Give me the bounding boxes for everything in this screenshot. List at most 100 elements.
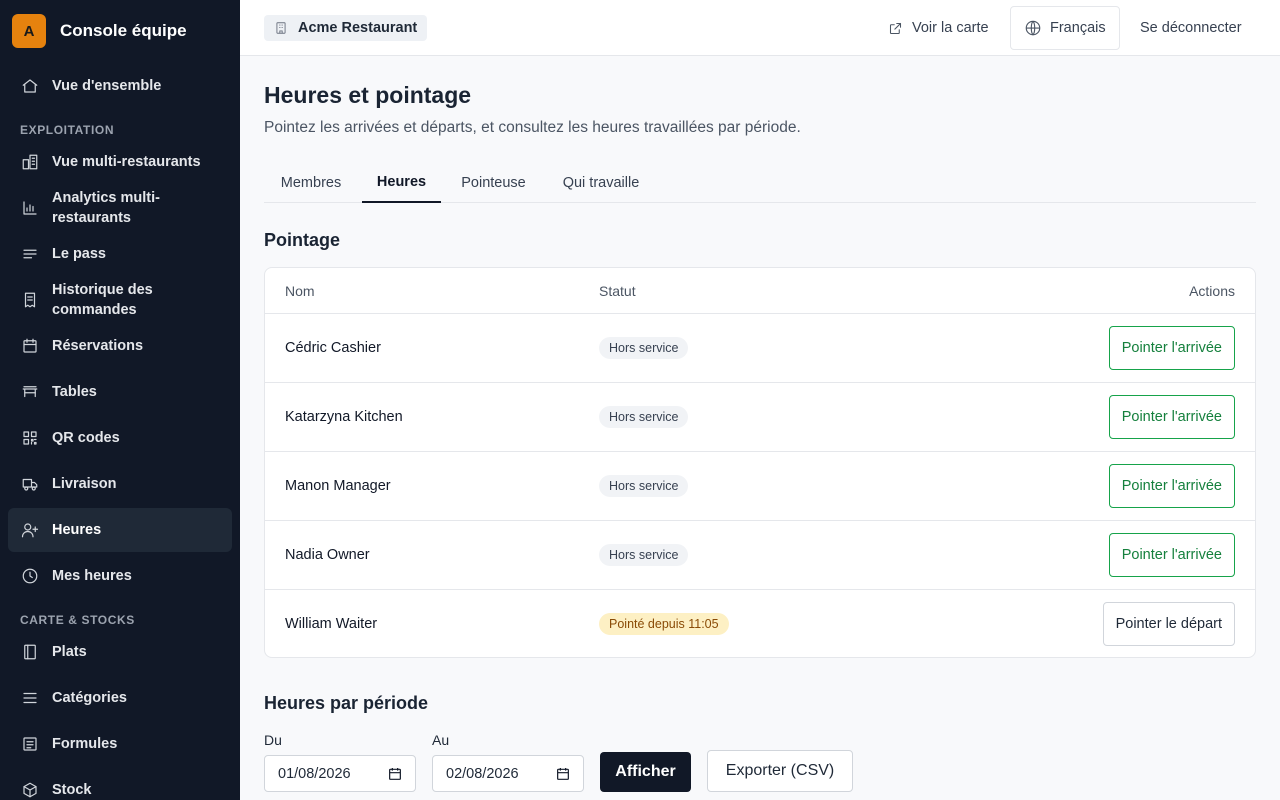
sidebar-item-formules[interactable]: Formules — [8, 732, 232, 756]
status-badge: Pointé depuis 11:05 — [599, 613, 729, 635]
column-header-statut: Statut — [599, 282, 636, 299]
status-badge: Hors service — [599, 475, 689, 497]
sidebar-item-label: Mes heures — [52, 568, 132, 584]
employee-name: William Waiter — [285, 616, 378, 632]
bar-chart-icon — [20, 198, 40, 218]
tab-membres[interactable]: Membres — [264, 162, 358, 203]
buildings-icon — [20, 152, 40, 172]
sidebar-item-mes-heures[interactable]: Mes heures — [8, 564, 232, 588]
qr-code-icon — [20, 428, 40, 448]
sidebar-item-label: Le pass — [52, 246, 106, 262]
period-title: Heures par période — [264, 693, 429, 713]
employee-name: Nadia Owner — [285, 547, 370, 563]
clock-icon — [20, 566, 40, 586]
clock-in-button[interactable]: Pointer l'arrivée — [1108, 395, 1235, 439]
clock-out-button[interactable]: Pointer le départ — [1102, 602, 1235, 646]
view-menu-link[interactable]: Voir la carte — [888, 0, 989, 56]
menu-lines-icon — [20, 688, 40, 708]
sidebar-item-vue-multi-restaurants[interactable]: Vue multi-restaurants — [8, 150, 232, 174]
from-date-value: 01/08/2026 — [278, 765, 351, 782]
sidebar-item-livraison[interactable]: Livraison — [8, 472, 232, 496]
building-icon — [276, 22, 286, 34]
table-row: Cédric Cashier Hors service Pointer l'ar… — [265, 313, 1255, 382]
sidebar-item-label: Plats — [52, 644, 87, 660]
sidebar-item-label: Réservations — [52, 338, 144, 354]
sidebar-item-qr-codes[interactable]: QR codes — [8, 426, 232, 450]
clock-in-button[interactable]: Pointer l'arrivée — [1108, 464, 1235, 508]
logout-label: Se déconnecter — [1140, 20, 1242, 36]
sidebar-item-historique-des-commandes[interactable]: Historique des commandes — [8, 280, 232, 320]
page-subtitle: Pointez les arrivées et départs, et cons… — [264, 119, 801, 136]
sidebar-item-tables[interactable]: Tables — [8, 380, 232, 404]
topbar: Acme Restaurant Voir la carte Français S… — [240, 0, 1280, 56]
sidebar-item-heures[interactable]: Heures — [8, 508, 232, 552]
sidebar-item-label: Heures — [52, 522, 102, 538]
globe-icon — [1025, 20, 1041, 36]
brand[interactable]: A Console équipe — [12, 14, 187, 48]
receipt-icon — [20, 290, 40, 310]
status-badge: Hors service — [599, 544, 689, 566]
sidebar-item-reservations[interactable]: Réservations — [8, 334, 232, 358]
lines-icon — [20, 244, 40, 264]
sidebar-section-carte-stocks: CARTE & STOCKS — [20, 613, 135, 627]
table-icon — [20, 382, 40, 402]
user-plus-icon — [20, 520, 40, 540]
table-row: William Waiter Pointé depuis 11:05 Point… — [265, 589, 1255, 657]
clock-in-button[interactable]: Pointer l'arrivée — [1108, 533, 1235, 577]
sidebar-item-label: Formules — [52, 736, 118, 752]
employee-name: Katarzyna Kitchen — [285, 409, 403, 425]
employee-name: Manon Manager — [285, 478, 391, 494]
view-menu-label: Voir la carte — [912, 20, 989, 36]
to-date-value: 02/08/2026 — [446, 765, 519, 782]
sidebar-item-label: Stock — [52, 782, 92, 798]
box-icon — [20, 780, 40, 800]
book-icon — [20, 642, 40, 662]
list-box-icon — [20, 734, 40, 754]
brand-logo: A — [12, 14, 46, 48]
sidebar-item-label: Livraison — [52, 476, 117, 492]
truck-icon — [20, 474, 40, 494]
employee-name: Cédric Cashier — [285, 340, 381, 356]
sidebar-item-label: Vue multi-restaurants — [52, 154, 201, 170]
sidebar-item-label: QR codes — [52, 430, 120, 446]
tab-pointeuse[interactable]: Pointeuse — [445, 162, 542, 203]
tab-heures[interactable]: Heures — [362, 162, 441, 203]
language-selector[interactable]: Français — [1010, 6, 1120, 50]
tabs: Membres Heures Pointeuse Qui travaille — [264, 162, 1256, 203]
column-header-nom: Nom — [285, 282, 315, 299]
tab-qui-travaille[interactable]: Qui travaille — [546, 162, 656, 203]
pointage-title: Pointage — [264, 230, 341, 250]
logout-link[interactable]: Se déconnecter — [1140, 0, 1242, 56]
sidebar-section-exploitation: EXPLOITATION — [20, 123, 115, 137]
to-label: Au — [432, 732, 450, 748]
export-csv-button[interactable]: Exporter (CSV) — [707, 750, 853, 792]
table-row: Nadia Owner Hors service Pointer l'arriv… — [265, 520, 1255, 589]
calendar-icon[interactable] — [387, 766, 403, 782]
sidebar-item-plats[interactable]: Plats — [8, 640, 232, 664]
sidebar-item-label: Historique des commandes — [52, 282, 153, 318]
restaurant-selector[interactable]: Acme Restaurant — [264, 15, 428, 41]
column-header-actions: Actions — [1189, 282, 1235, 299]
from-date-input[interactable]: 01/08/2026 — [264, 755, 416, 792]
show-button[interactable]: Afficher — [600, 752, 691, 792]
page-title: Heures et pointage — [264, 82, 472, 108]
sidebar-item-label: Analytics multi-restaurants — [52, 190, 160, 226]
language-label: Français — [1050, 20, 1106, 36]
status-badge: Hors service — [599, 337, 689, 359]
table-row: Katarzyna Kitchen Hors service Pointer l… — [265, 382, 1255, 451]
sidebar-item-le-pass[interactable]: Le pass — [8, 242, 232, 266]
sidebar: A Console équipe Vue d'ensemble EXPLOITA… — [0, 0, 240, 800]
brand-title: Console équipe — [60, 21, 187, 40]
sidebar-item-label: Vue d'ensemble — [52, 78, 162, 94]
sidebar-item-categories[interactable]: Catégories — [8, 686, 232, 710]
external-link-icon — [889, 22, 902, 34]
clock-in-button[interactable]: Pointer l'arrivée — [1108, 326, 1235, 370]
status-badge: Hors service — [599, 406, 689, 428]
calendar-icon[interactable] — [555, 766, 571, 782]
sidebar-item-label: Catégories — [52, 690, 127, 706]
sidebar-item-stock[interactable]: Stock — [8, 778, 232, 800]
sidebar-item-vue-d-ensemble[interactable]: Vue d'ensemble — [8, 74, 232, 98]
to-date-input[interactable]: 02/08/2026 — [432, 755, 584, 792]
sidebar-item-analytics-multi-restaurants[interactable]: Analytics multi-restaurants — [8, 188, 232, 228]
restaurant-name: Acme Restaurant — [298, 20, 418, 36]
